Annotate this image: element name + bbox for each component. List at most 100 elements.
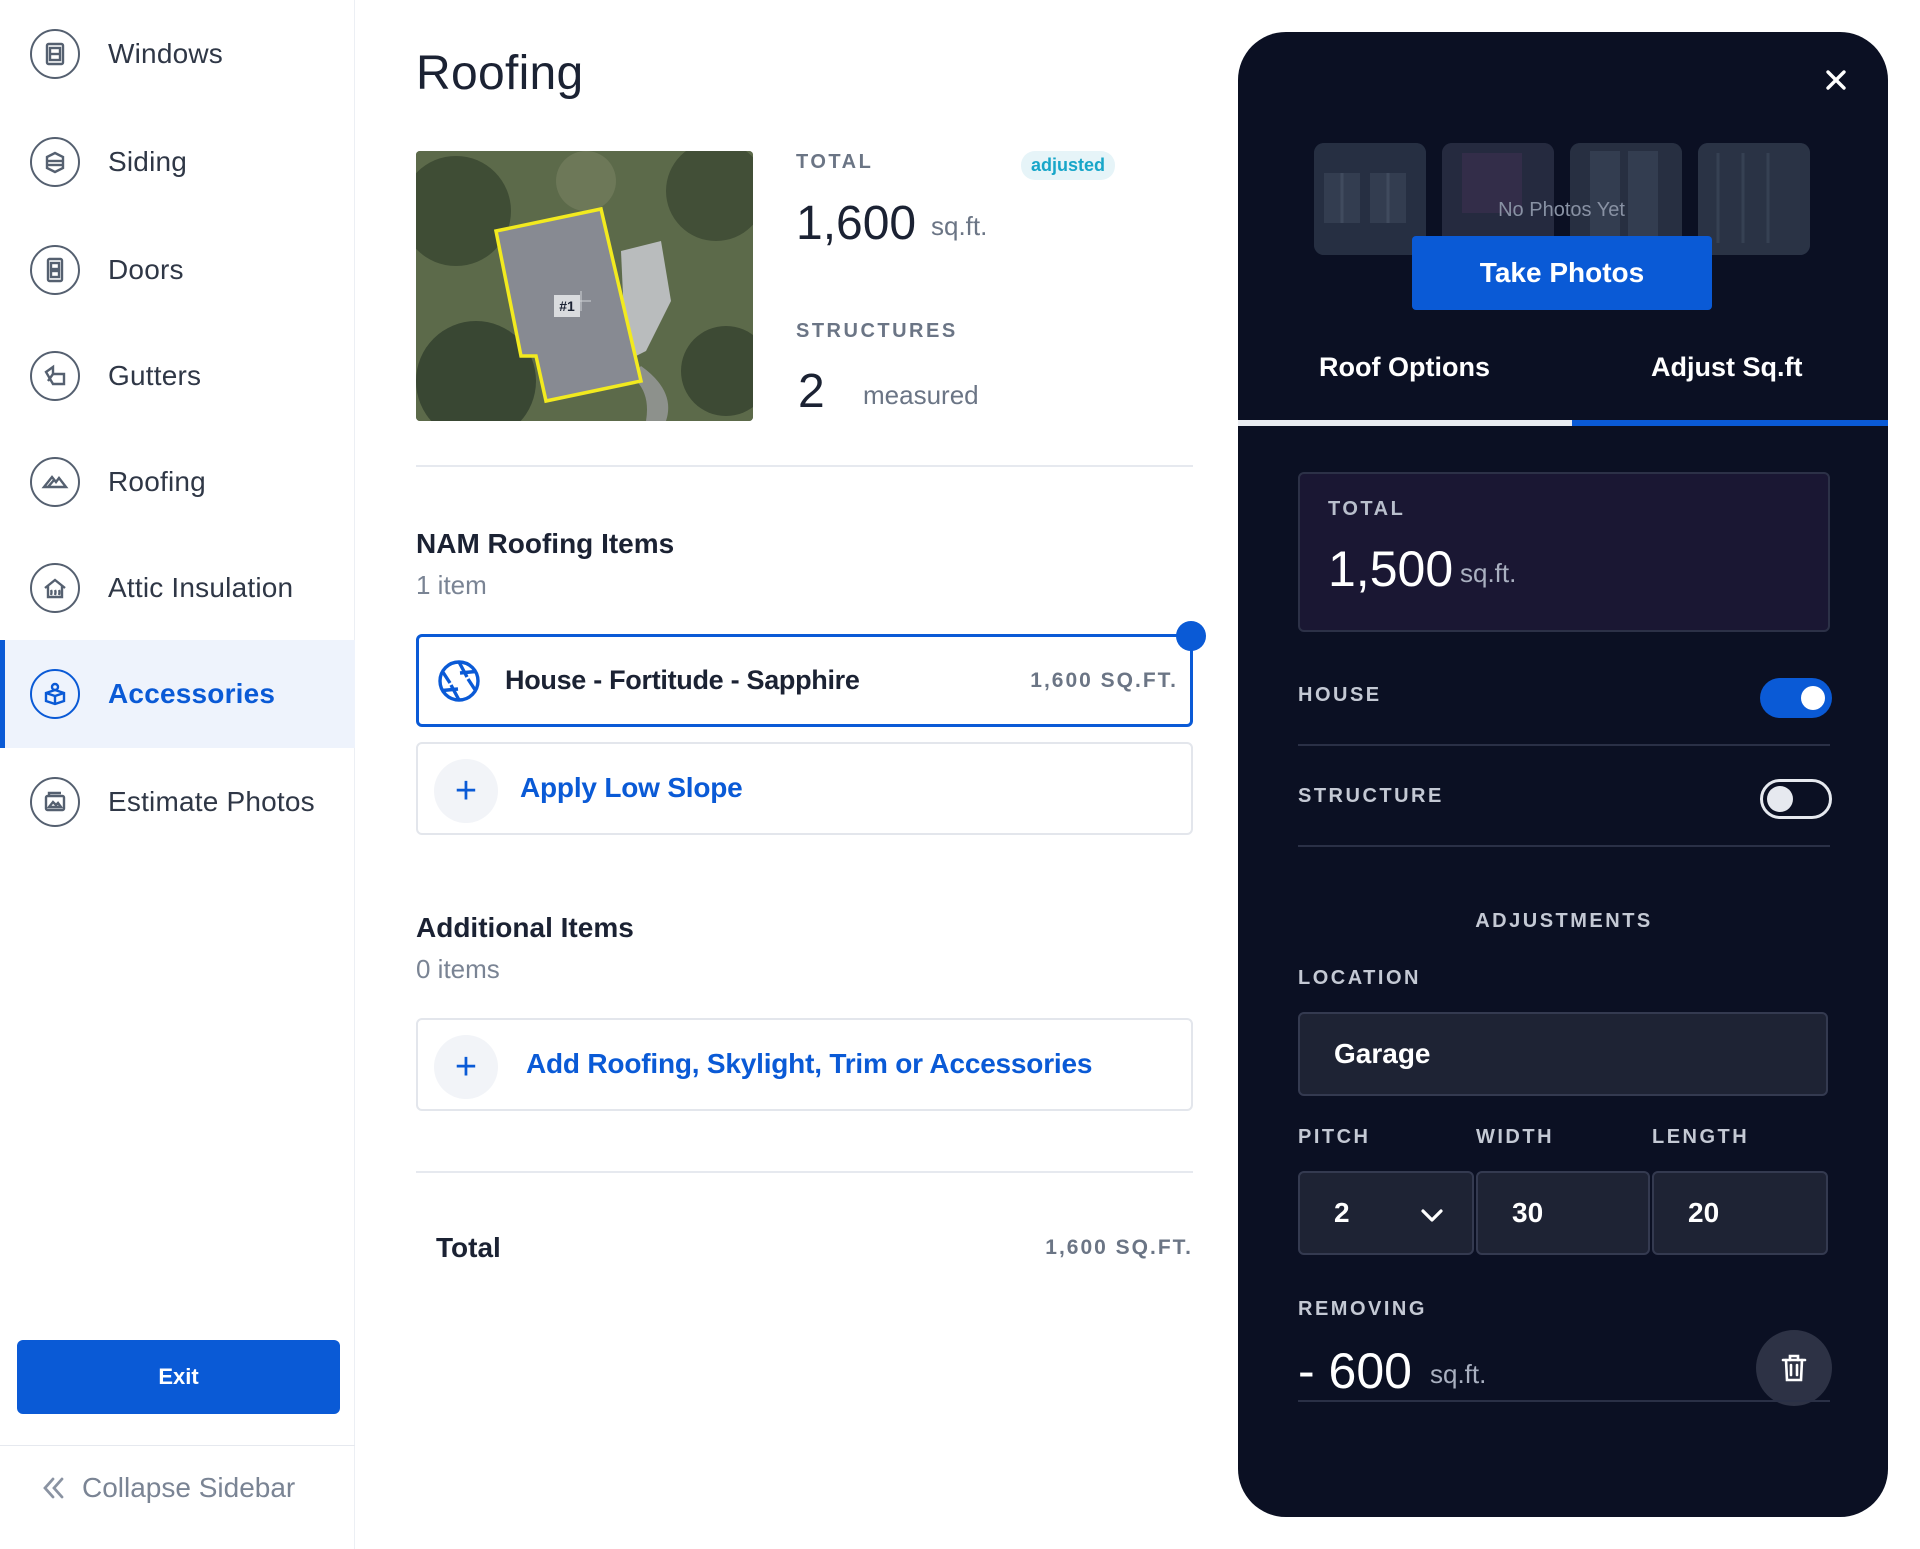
sidebar-item-label: Attic Insulation bbox=[108, 572, 294, 603]
additional-items-title: Additional Items bbox=[416, 912, 634, 943]
plus-icon: + bbox=[434, 1035, 498, 1099]
removing-unit: sq.ft. bbox=[1430, 1359, 1487, 1389]
sidebar-item-siding[interactable]: Siding bbox=[0, 108, 355, 216]
sidebar-item-windows[interactable]: Windows bbox=[0, 0, 355, 108]
sidebar-item-label: Gutters bbox=[108, 360, 202, 391]
photo-icon bbox=[30, 777, 80, 827]
location-value: Garage bbox=[1334, 1038, 1431, 1069]
delete-adjustment-button[interactable] bbox=[1756, 1330, 1832, 1406]
sidebar-item-doors[interactable]: Doors bbox=[0, 216, 355, 324]
trash-icon bbox=[1781, 1354, 1807, 1382]
sidebar-item-roofing[interactable]: Roofing bbox=[0, 428, 355, 536]
nam-roofing-items-count: 1 item bbox=[416, 570, 487, 600]
tab-roof-options[interactable]: Roof Options bbox=[1319, 352, 1490, 383]
roofing-item-card[interactable]: House - Fortitude - Sapphire 1,600 SQ.FT… bbox=[416, 621, 1206, 727]
sidebar-item-label: Doors bbox=[108, 254, 184, 285]
roofing-item-name: House - Fortitude - Sapphire bbox=[505, 665, 860, 695]
sidebar-item-label: Accessories bbox=[108, 678, 276, 709]
width-value: 30 bbox=[1512, 1197, 1544, 1228]
selection-handle[interactable] bbox=[1176, 621, 1206, 651]
accessories-icon bbox=[30, 669, 80, 719]
add-roofing-accessories-label: Add Roofing, Skylight, Trim or Accessori… bbox=[526, 1048, 1093, 1079]
adjusted-total-unit: sq.ft. bbox=[1460, 558, 1517, 588]
take-photos-button[interactable]: Take Photos bbox=[1412, 236, 1712, 310]
toggle-knob bbox=[1801, 686, 1825, 710]
gutter-icon bbox=[30, 351, 80, 401]
close-icon bbox=[1826, 70, 1846, 90]
nam-roofing-items-title: NAM Roofing Items bbox=[416, 528, 675, 559]
sidebar-item-gutters[interactable]: Gutters bbox=[0, 322, 355, 430]
tab-underline bbox=[1238, 420, 1572, 426]
collapse-sidebar-label: Collapse Sidebar bbox=[82, 1472, 296, 1503]
total-unit: sq.ft. bbox=[931, 211, 988, 241]
divider bbox=[1298, 1400, 1830, 1402]
chevron-down-icon bbox=[1421, 1209, 1443, 1222]
adjusted-total-box: TOTAL 1,500 sq.ft. bbox=[1298, 472, 1830, 632]
divider bbox=[416, 1171, 1193, 1173]
sidebar: Windows Siding Doors Gutters Roofing Att… bbox=[0, 0, 355, 1549]
collapse-sidebar-button[interactable]: Collapse Sidebar bbox=[38, 1472, 295, 1504]
divider bbox=[0, 1445, 355, 1446]
house-label: HOUSE bbox=[1298, 684, 1382, 706]
pitch-label: PITCH bbox=[1298, 1126, 1371, 1148]
structures-unit: measured bbox=[863, 380, 979, 410]
structure-tag: #1 bbox=[559, 298, 575, 314]
siding-icon bbox=[30, 137, 80, 187]
adjusted-total-value: 1,500 bbox=[1328, 541, 1454, 597]
add-roofing-accessories-button[interactable]: + Add Roofing, Skylight, Trim or Accesso… bbox=[416, 1018, 1193, 1111]
location-field[interactable]: Garage bbox=[1298, 1012, 1828, 1096]
sidebar-item-accessories[interactable]: Accessories bbox=[0, 640, 355, 748]
page-title: Roofing bbox=[416, 47, 584, 100]
structures-value: 2 bbox=[798, 365, 825, 418]
sidebar-item-label: Windows bbox=[108, 38, 223, 69]
apply-low-slope-button[interactable]: + Apply Low Slope bbox=[416, 742, 1193, 835]
removing-label: REMOVING bbox=[1298, 1298, 1427, 1320]
door-icon bbox=[30, 245, 80, 295]
structure-toggle[interactable] bbox=[1760, 779, 1832, 819]
footer-total-label: Total bbox=[436, 1232, 501, 1263]
divider bbox=[416, 465, 1193, 467]
aperture-logo-icon bbox=[438, 660, 480, 702]
adjusted-badge: adjusted bbox=[1021, 151, 1116, 180]
adjust-panel: No Photos Yet Take Photos Roof Options A… bbox=[1238, 32, 1888, 1517]
length-label: LENGTH bbox=[1652, 1126, 1750, 1148]
close-button[interactable] bbox=[1816, 60, 1856, 100]
tab-active-underline bbox=[1572, 420, 1888, 426]
adjusted-total-label: TOTAL bbox=[1328, 498, 1406, 520]
width-input[interactable]: 30 bbox=[1476, 1171, 1650, 1255]
tab-adjust-sqft[interactable]: Adjust Sq.ft bbox=[1651, 352, 1802, 383]
aerial-map-image: #1 bbox=[416, 151, 753, 421]
pitch-value: 2 bbox=[1334, 1197, 1350, 1228]
structures-label: STRUCTURES bbox=[796, 320, 958, 342]
width-label: WIDTH bbox=[1476, 1126, 1555, 1148]
pitch-select[interactable]: 2 bbox=[1298, 1171, 1474, 1255]
sidebar-item-estimate-photos[interactable]: Estimate Photos bbox=[0, 748, 355, 856]
total-label: TOTAL bbox=[796, 151, 874, 173]
exit-button[interactable]: Exit bbox=[17, 1340, 340, 1414]
double-chevron-left-icon bbox=[43, 1477, 64, 1499]
footer-total-value: 1,600 SQ.FT. bbox=[1045, 1236, 1193, 1259]
sidebar-item-label: Roofing bbox=[108, 466, 206, 497]
roof-icon bbox=[30, 457, 80, 507]
location-label: LOCATION bbox=[1298, 967, 1421, 989]
total-value: 1,600 bbox=[796, 197, 917, 250]
aerial-map-thumbnail[interactable]: #1 bbox=[416, 151, 753, 421]
no-photos-text: No Photos Yet bbox=[1498, 199, 1625, 221]
house-toggle[interactable] bbox=[1760, 678, 1832, 718]
removing-value: - 600 bbox=[1298, 1343, 1412, 1399]
attic-insulation-icon bbox=[30, 563, 80, 613]
divider bbox=[1298, 744, 1830, 746]
apply-low-slope-label: Apply Low Slope bbox=[520, 772, 743, 803]
additional-items-count: 0 items bbox=[416, 954, 500, 984]
adjustments-heading: ADJUSTMENTS bbox=[1475, 910, 1653, 932]
structure-label: STRUCTURE bbox=[1298, 785, 1444, 807]
divider bbox=[1298, 845, 1830, 847]
roofing-item-size: 1,600 SQ.FT. bbox=[1030, 669, 1178, 692]
sidebar-item-attic-insulation[interactable]: Attic Insulation bbox=[0, 534, 355, 642]
sidebar-item-label: Siding bbox=[108, 146, 188, 177]
main-content: Roofing #1 TOTAL adjusted 1,600 sq.ft. S… bbox=[356, 0, 1236, 1549]
window-icon bbox=[30, 29, 80, 79]
plus-icon: + bbox=[434, 759, 498, 823]
sidebar-item-label: Estimate Photos bbox=[108, 786, 315, 817]
length-input[interactable]: 20 bbox=[1652, 1171, 1828, 1255]
